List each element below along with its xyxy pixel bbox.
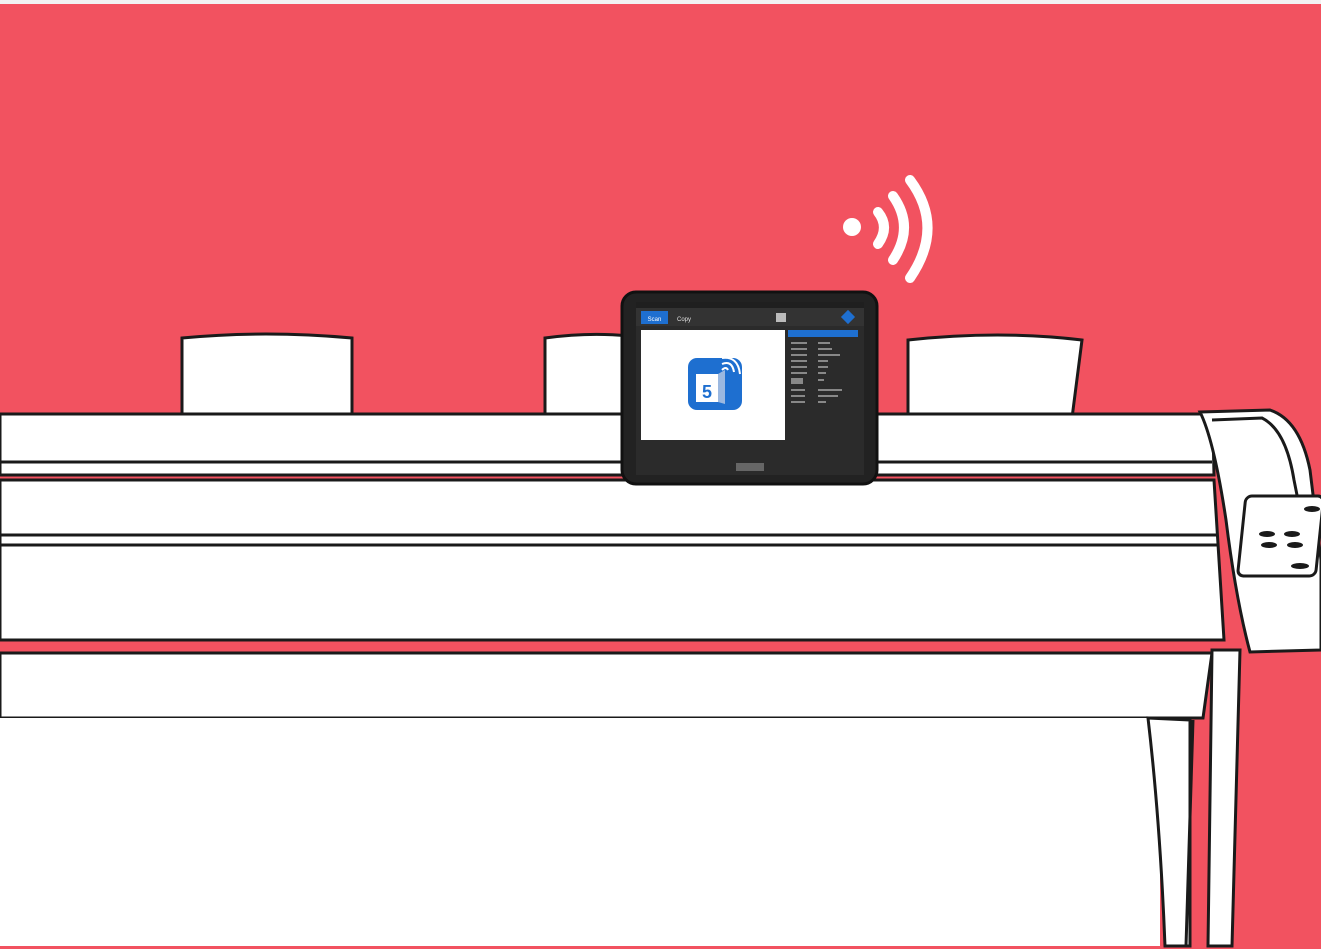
control-button[interactable] [1291, 563, 1309, 569]
menu-icon[interactable] [776, 313, 786, 322]
scene-illustration: Scan Copy 5 [0, 4, 1321, 949]
scanner-lower-front [0, 651, 1214, 720]
control-button[interactable] [1261, 542, 1277, 548]
scanner-lid [0, 412, 1216, 477]
app-icon-number: 5 [702, 382, 712, 402]
scanner-body [0, 412, 1226, 946]
control-button[interactable] [1304, 506, 1320, 512]
control-button[interactable] [1259, 531, 1275, 537]
scan-app-icon: 5 [688, 356, 742, 410]
tab-copy-label[interactable]: Copy [677, 317, 691, 323]
scanner-feed-front [0, 478, 1226, 642]
wifi-arc-small [873, 207, 889, 249]
settings-panel-header[interactable] [788, 330, 858, 337]
scanner-base [0, 718, 1160, 946]
control-button[interactable] [1284, 531, 1300, 537]
scan-start-button[interactable] [736, 463, 764, 471]
paper-holder-right [906, 333, 1084, 420]
paper-holder-middle [543, 332, 630, 420]
control-button[interactable] [1287, 542, 1303, 548]
paper-holder-left [180, 332, 354, 420]
app-topbar [636, 308, 864, 326]
tablet: Scan Copy 5 [620, 290, 879, 486]
tab-scan-label: Scan [648, 317, 662, 323]
wifi-dot [843, 218, 861, 236]
